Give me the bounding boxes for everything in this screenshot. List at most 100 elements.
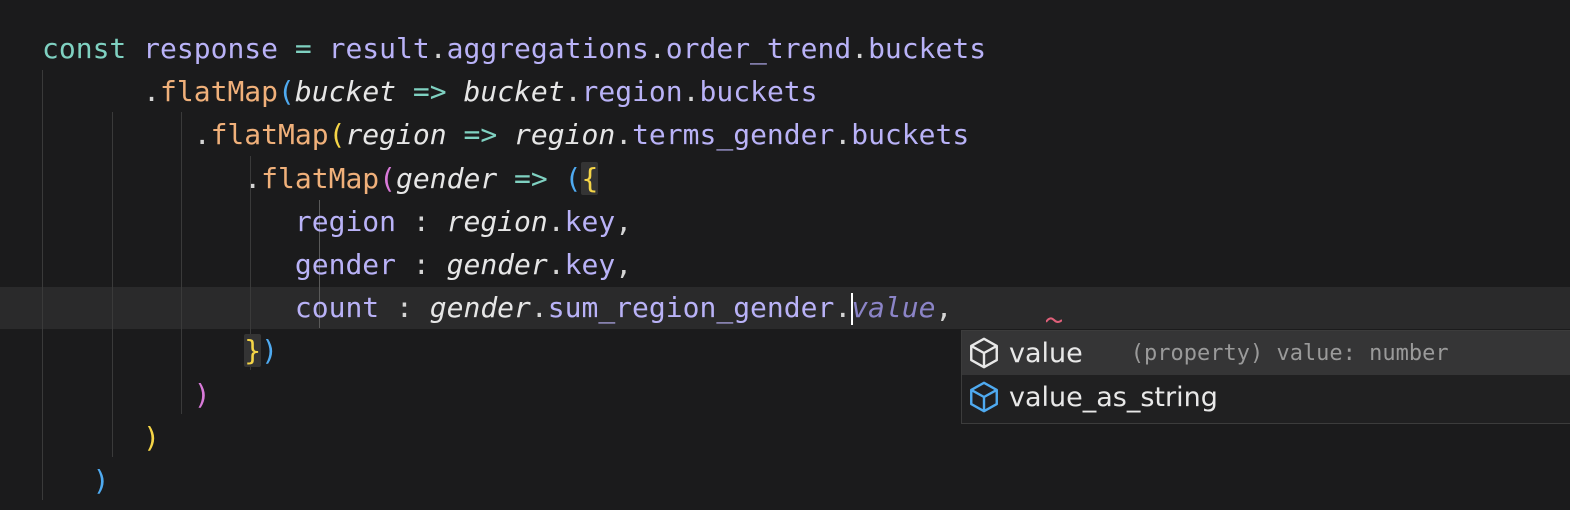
code-line[interactable]: )	[42, 459, 110, 502]
code-token: const	[42, 32, 127, 65]
suggestion-item-value-as-string[interactable]: value_as_string	[962, 375, 1570, 419]
code-line[interactable]: )	[42, 373, 211, 416]
code-token: =>	[412, 75, 447, 108]
code-editor[interactable]: const response = result.aggregations.ord…	[0, 0, 1570, 510]
code-token: =	[294, 32, 312, 65]
code-token: response	[143, 32, 279, 65]
code-token: ,	[615, 205, 633, 238]
code-token: ,	[615, 248, 633, 281]
code-token: region	[345, 118, 447, 151]
code-token: buckets	[868, 32, 987, 65]
code-token: :	[412, 205, 430, 238]
code-token: )	[143, 421, 161, 454]
property-icon	[964, 375, 1004, 419]
code-token: :	[396, 291, 413, 324]
code-token: .	[682, 75, 700, 108]
code-token: .	[530, 291, 548, 324]
code-token: :	[412, 248, 430, 281]
code-token: flatMap	[160, 75, 279, 108]
code-token: .	[564, 75, 582, 108]
code-line[interactable]: .flatMap(gender => ({	[42, 157, 599, 200]
code-line[interactable]: region : region.key,	[42, 200, 632, 243]
code-token: )	[92, 464, 110, 497]
code-line[interactable]: gender : gender.key,	[42, 243, 632, 286]
code-token: (	[278, 75, 295, 108]
code-token: .	[851, 32, 869, 65]
code-line[interactable]: .flatMap(bucket => bucket.region.buckets	[42, 70, 818, 113]
property-icon	[964, 331, 1004, 375]
code-line-current[interactable]: count : gender.sum_region_gender.value,	[42, 286, 952, 329]
code-token: }	[244, 334, 262, 367]
code-token: ,	[935, 291, 953, 324]
code-token: region	[294, 205, 397, 238]
code-token: region	[581, 75, 683, 108]
code-token: )	[193, 378, 211, 411]
code-token: .	[834, 291, 852, 324]
code-token: key	[564, 205, 616, 238]
inline-suggestion: value	[851, 291, 936, 324]
suggestion-label: value_as_string	[1009, 381, 1218, 413]
code-token: gender	[429, 291, 531, 324]
code-token: .	[615, 118, 633, 151]
code-line[interactable]: .flatMap(region => region.terms_gender.b…	[42, 113, 970, 156]
code-token: .	[244, 162, 262, 195]
code-token: order_trend	[665, 32, 852, 65]
code-token: region	[514, 118, 616, 151]
code-token: gender	[446, 248, 548, 281]
autocomplete-widget[interactable]: value (property) value: number value_as_…	[961, 330, 1570, 424]
code-token: .	[547, 248, 565, 281]
code-token: key	[564, 248, 616, 281]
code-token: buckets	[851, 118, 970, 151]
code-token: result	[328, 32, 430, 65]
code-line[interactable]: })	[42, 329, 278, 372]
code-token: terms_gender	[632, 118, 835, 151]
code-token: {	[581, 162, 599, 195]
error-squiggle	[1046, 317, 1062, 323]
suggestion-label: value	[1009, 337, 1083, 369]
code-token: (	[379, 162, 397, 195]
code-token: region	[446, 205, 548, 238]
suggestion-item-value[interactable]: value (property) value: number	[962, 331, 1570, 375]
code-token: .	[429, 32, 447, 65]
code-token: .	[547, 205, 565, 238]
code-token: (	[564, 162, 582, 195]
code-token: gender	[396, 162, 498, 195]
code-line[interactable]: const response = result.aggregations.ord…	[42, 27, 986, 70]
code-token: flatMap	[261, 162, 380, 195]
code-token: buckets	[699, 75, 818, 108]
suggestion-detail: (property) value: number	[1130, 340, 1449, 366]
code-token: .	[834, 118, 852, 151]
code-token: =>	[514, 162, 548, 195]
code-token: flatMap	[210, 118, 329, 151]
code-token: aggregations	[446, 32, 649, 65]
code-token: .	[193, 118, 211, 151]
code-token: .	[648, 32, 666, 65]
code-token: bucket	[463, 75, 565, 108]
code-token: bucket	[294, 75, 397, 108]
code-line[interactable]: )	[42, 416, 160, 459]
code-token: (	[328, 118, 346, 151]
